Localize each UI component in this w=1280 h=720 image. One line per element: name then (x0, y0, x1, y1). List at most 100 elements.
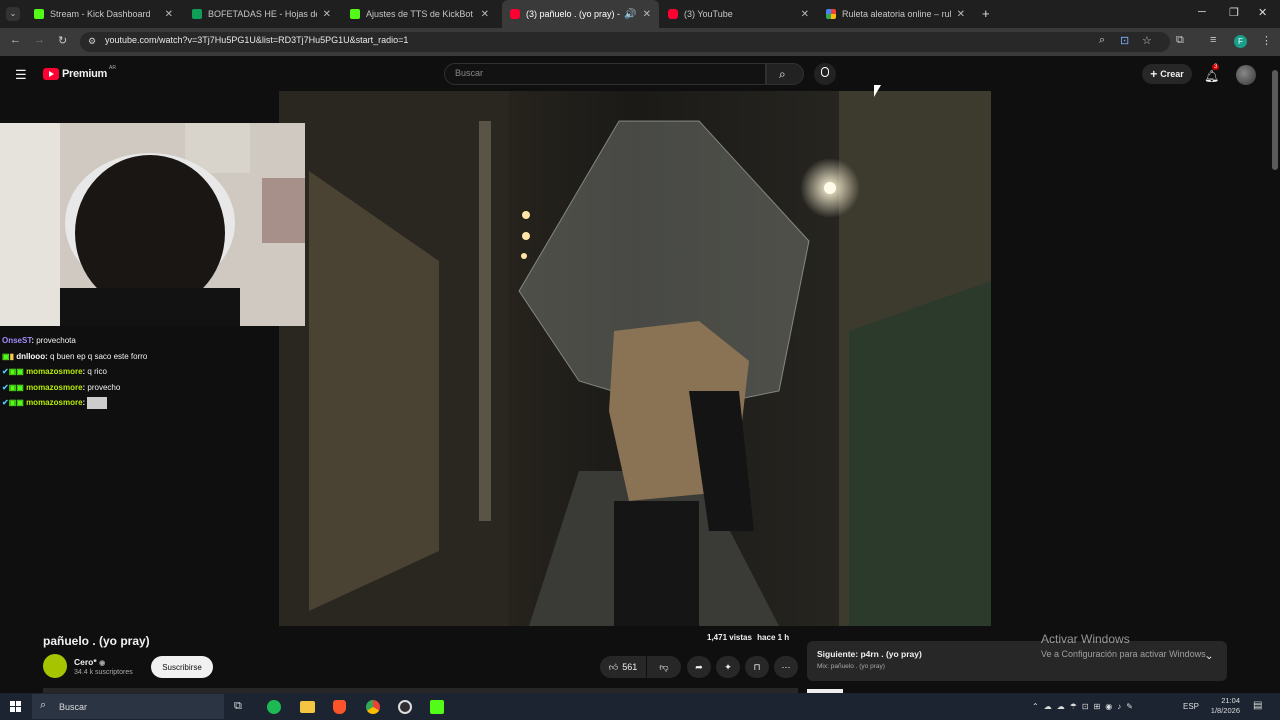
youtube-logo[interactable]: Premium AR (43, 65, 116, 80)
chat-text: q buen ep q saco este forro (49, 351, 148, 361)
search-button[interactable]: ⌕ (766, 63, 804, 85)
zoom-icon[interactable]: ⌕ (1099, 34, 1105, 47)
video-frame (279, 91, 991, 626)
tab-title: (3) YouTube (684, 9, 733, 19)
chat-message: ✔▣▣ momazosmore: provecho (2, 382, 121, 392)
video-meta: 1,471 vistas hace 1 h (707, 633, 789, 642)
tab-ruleta[interactable]: Ruleta aleatoria online – ruleta ✕ (818, 0, 973, 28)
minimize-icon[interactable]: ─ (1198, 6, 1206, 18)
tab-search-button[interactable]: ⌄ (6, 7, 20, 21)
file-explorer-icon[interactable] (300, 701, 315, 713)
chat-username: momazosmore (26, 367, 83, 376)
chat-message: ✔▣▣ momazosmore: q rico (2, 367, 107, 376)
translate-icon[interactable]: ⊡ (1120, 34, 1129, 47)
save-button[interactable]: ⊓ (745, 656, 769, 678)
like-count: 561 (622, 662, 638, 672)
thumbs-up-icon: 👍︎ (608, 661, 619, 672)
bookmark-icon: ⊓ (753, 661, 761, 672)
close-tab-icon[interactable]: ✕ (165, 9, 173, 20)
up-next-mix: Mix: pañuelo . (yo pray) (817, 663, 885, 670)
profile-avatar[interactable]: F (1234, 35, 1247, 48)
youtube-icon (668, 9, 678, 19)
chat-message: ▣▮ dnllooo: q buen ep q saco este forro (2, 351, 148, 361)
notification-center-icon[interactable]: ▤ (1253, 700, 1262, 711)
webcam-overlay (0, 123, 305, 326)
ask-ai-button[interactable]: ✦ (716, 656, 740, 678)
search-input[interactable] (444, 63, 766, 85)
windows-start-icon[interactable] (10, 701, 21, 712)
bookmark-star-icon[interactable]: ☆ (1142, 34, 1152, 47)
badge-icon: ▣▣ (8, 367, 24, 376)
media-control-icon[interactable]: ≡ (1210, 34, 1216, 46)
close-tab-icon[interactable]: ✕ (801, 9, 809, 20)
channel-avatar[interactable] (43, 654, 67, 678)
kick-app-icon[interactable] (430, 700, 444, 714)
close-tab-icon[interactable]: ✕ (481, 9, 489, 20)
obs-icon[interactable] (398, 700, 412, 714)
task-view-icon[interactable]: ⧉ (234, 700, 242, 713)
video-player[interactable] (279, 91, 991, 626)
tab-youtube-home[interactable]: (3) YouTube ✕ (660, 0, 817, 28)
search-placeholder: Buscar (455, 68, 484, 78)
url-text[interactable]: youtube.com/watch?v=3Tj7Hu5PG1U&list=RD3… (105, 35, 408, 45)
search-icon: ⌕ (779, 67, 786, 81)
close-tab-icon[interactable]: ✕ (957, 9, 965, 20)
extensions-icon[interactable]: ⧉ (1176, 34, 1184, 47)
up-next-card[interactable]: Siguiente: p4rn . (yo pray) Mix: pañuelo… (807, 641, 1227, 681)
hamburger-menu-icon[interactable]: ☰ (15, 67, 27, 83)
new-tab-button[interactable]: + (982, 6, 990, 21)
reload-icon[interactable]: ↻ (58, 34, 67, 47)
notifications-button[interactable]: 🔔︎ 3 (1204, 64, 1220, 85)
activation-watermark-text: Ve a Configuración para activar Windows. (1041, 649, 1209, 659)
tab-spreadsheet[interactable]: BOFETADAS HE - Hojas de cálc ✕ (184, 0, 339, 28)
language-indicator[interactable]: ESP (1183, 702, 1199, 711)
clock[interactable]: 21:04 1/8/2026 (1208, 696, 1240, 716)
close-tab-icon[interactable]: ✕ (643, 9, 651, 20)
spotify-icon[interactable] (267, 700, 281, 714)
more-actions-button[interactable]: ⋯ (774, 656, 798, 678)
create-button[interactable]: + Crear (1142, 64, 1192, 84)
chrome-icon[interactable] (366, 700, 380, 714)
microphone-icon (821, 67, 829, 77)
tab-kickbot[interactable]: Ajustes de TTS de KickBot ✕ (342, 0, 497, 28)
brave-icon[interactable] (333, 700, 346, 714)
chat-text: provechota (36, 336, 76, 345)
activation-watermark-title: Activar Windows (1041, 632, 1130, 646)
badge-icon: ▮ (9, 351, 14, 361)
taskbar-search-label: Buscar (59, 702, 88, 712)
mouse-cursor (874, 85, 881, 97)
close-window-icon[interactable]: ✕ (1258, 6, 1267, 19)
plus-icon: + (1150, 67, 1158, 81)
dislike-button[interactable]: 👎︎ (647, 656, 681, 678)
share-button[interactable]: ➦ (687, 656, 711, 678)
tab-youtube-video[interactable]: (3) pañuelo . (yo pray) - You 🔊 ✕ (502, 0, 659, 28)
chat-text: provecho (87, 382, 121, 392)
logo-text: Premium (62, 68, 107, 80)
forward-icon[interactable]: → (34, 34, 45, 46)
chat-username: dnllooo (16, 351, 46, 361)
site-info-icon[interactable]: ⚙ (88, 36, 96, 47)
kickbot-icon (350, 9, 360, 19)
chat-message: ✔▣▣ momazosmore: (2, 395, 147, 411)
scrollbar-thumb[interactable] (1272, 70, 1278, 170)
thumbs-down-icon: 👎︎ (659, 661, 669, 672)
channel-name-row[interactable]: Cero* ◉ (74, 657, 105, 667)
browser-menu-icon[interactable]: ⋮ (1261, 34, 1272, 47)
logo-country-badge: AR (108, 65, 116, 71)
account-avatar[interactable] (1236, 65, 1256, 85)
view-count: 1,471 vistas (707, 633, 752, 642)
subscribe-button[interactable]: Suscribirse (151, 656, 213, 678)
tab-kick-dashboard[interactable]: Stream - Kick Dashboard ✕ (26, 0, 181, 28)
sparkle-icon: ✦ (724, 661, 732, 672)
close-tab-icon[interactable]: ✕ (323, 9, 331, 20)
tray-icons[interactable]: ⌃☁☁☂⊡⊞◉♪✎ (1032, 702, 1138, 711)
like-button[interactable]: 👍︎ 561 (600, 656, 646, 678)
sheets-icon (192, 9, 202, 19)
maximize-icon[interactable]: ❐ (1229, 6, 1239, 19)
back-icon[interactable]: ← (10, 34, 21, 46)
badge-icon: ▣ (2, 351, 10, 361)
chat-username: momazosmore (26, 398, 83, 407)
tab-title: Stream - Kick Dashboard (50, 9, 151, 19)
audio-icon[interactable]: 🔊 (624, 9, 636, 20)
voice-search-button[interactable] (814, 63, 836, 85)
